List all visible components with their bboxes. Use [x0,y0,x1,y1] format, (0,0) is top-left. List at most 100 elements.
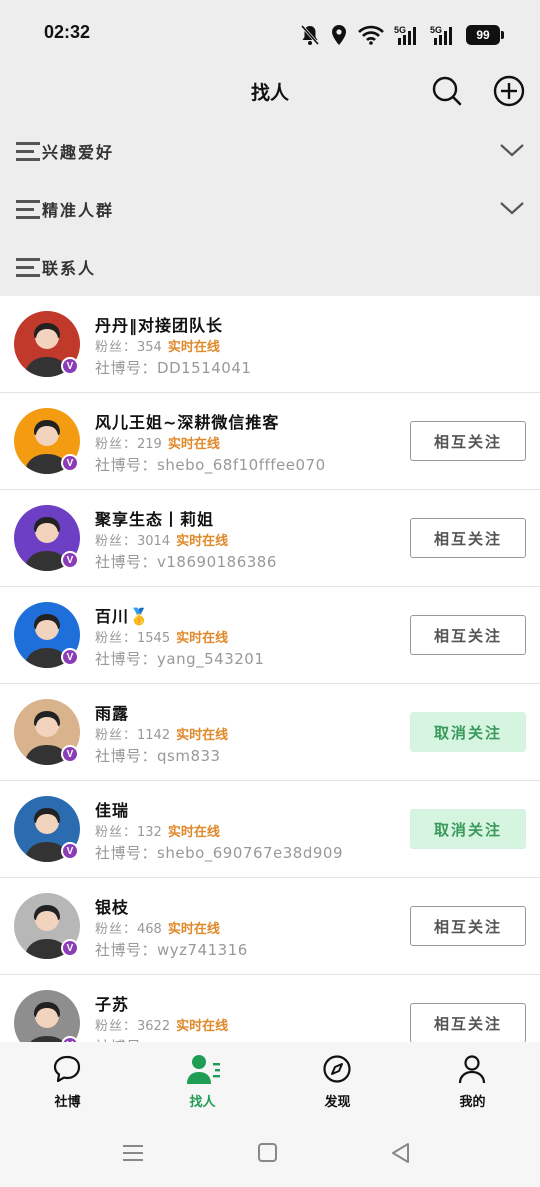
tab-find-people[interactable]: 找人 [135,1042,270,1120]
fans-label: 粉丝： [95,437,138,452]
recent-apps-icon[interactable] [122,1142,144,1164]
account-label: 社博号： [95,553,158,571]
user-name[interactable]: 雨露 [95,700,129,724]
verified-badge-icon: V [61,551,79,569]
fans-line: 粉丝：1545 实时在线 [95,627,228,646]
filter-target-group[interactable]: 精准人群 [0,180,540,238]
account-line: 社博号：v18690186386 [95,551,277,572]
account-line: 社博号：shebo_690767e38d909 [95,842,343,863]
fans-line: 粉丝：3014 实时在线 [95,530,228,549]
account-label: 社博号： [95,844,158,862]
account-label: 社博号： [95,941,158,959]
back-icon[interactable] [390,1142,412,1164]
user-row[interactable]: V 风儿王姐~深耕微信推客 粉丝：219 实时在线 社博号：shebo_68f10fff… [0,393,540,490]
mutual-follow-button[interactable]: 相互关注 [410,421,526,461]
filter-interests[interactable]: 兴趣爱好 [0,122,540,180]
person-icon [458,1055,486,1084]
menu-lines-icon [16,200,40,219]
user-name[interactable]: 百川🥇 [95,603,150,627]
verified-badge-icon: V [61,939,79,957]
account-id: wyz741316 [157,941,248,959]
account-line: 社博号：shebo_68f10fffee070 [95,454,326,475]
tab-label: 社博 [54,1095,81,1110]
account-line: 社博号：DD1514041 [95,357,251,378]
status-time: 02:32 [44,22,91,42]
verified-badge-icon: V [61,842,79,860]
user-name[interactable]: 子苏 [95,991,129,1015]
online-status: 实时在线 [167,437,220,452]
chevron-down-icon [500,202,524,215]
account-id: shebo_68f10fffee070 [157,456,326,474]
page-header: 找人 [0,64,540,120]
compass-icon [323,1055,351,1083]
tab-shebo[interactable]: 社博 [0,1042,135,1120]
battery-indicator: 99 [466,25,504,45]
mutual-follow-button[interactable]: 相互关注 [410,906,526,946]
verified-badge-icon: V [61,648,79,666]
account-line: 社博号：wyz741316 [95,939,248,960]
online-status: 实时在线 [176,1019,229,1034]
account-label: 社博号： [95,456,158,474]
svg-text:5G: 5G [394,25,406,35]
chevron-down-icon [500,144,524,157]
signal-5g-icon: 5G [394,25,416,45]
user-row[interactable]: V 佳瑞 粉丝：132 实时在线 社博号：shebo_690767e38d909 取消关注 [0,781,540,878]
tab-label: 我的 [459,1095,486,1110]
search-icon [432,76,462,106]
verified-badge-icon: V [61,745,79,763]
account-id: shebo_690767e38d909 [157,844,343,862]
account-label: 社博号： [95,650,158,668]
user-row[interactable]: V 聚享生态丨莉姐 粉丝：3014 实时在线社博号：v18690186386 相互关注 [0,490,540,587]
tab-discover[interactable]: 发现 [270,1042,405,1120]
user-row[interactable]: V 百川🥇 粉丝：1545 实时在线 社博号：yang_543201 相互关注 [0,587,540,684]
fans-label: 粉丝： [95,728,138,743]
account-id: yang_543201 [157,650,265,668]
wifi-icon [358,25,384,45]
user-name[interactable]: 丹丹‖对接团队长 [95,312,223,336]
unfollow-button[interactable]: 取消关注 [410,809,526,849]
add-button[interactable] [492,74,526,108]
account-id: qsm833 [157,747,221,765]
online-status: 实时在线 [167,922,220,937]
mutual-follow-button[interactable]: 相互关注 [410,615,526,655]
system-nav-bar [0,1120,540,1187]
online-status: 实时在线 [176,728,229,743]
search-button[interactable] [430,74,464,108]
tab-mine[interactable]: 我的 [405,1042,540,1120]
fans-line: 粉丝：3622 实时在线 [95,1015,228,1034]
online-status: 实时在线 [167,825,220,840]
online-status: 实时在线 [176,534,229,549]
fans-line: 粉丝：132 实时在线 [95,821,220,840]
fans-count: 3622 [137,1019,171,1034]
user-list[interactable]: V 丹丹‖对接团队长 粉丝：354 实时在线 社博号：DD1514041 V 风儿王姐~深耕… [0,296,540,1042]
mutual-follow-button[interactable]: 相互关注 [410,1003,526,1042]
unfollow-button[interactable]: 取消关注 [410,712,526,752]
fans-count: 354 [137,340,162,355]
user-name[interactable]: 聚享生态丨莉姐 [95,506,214,530]
online-status: 实时在线 [167,340,220,355]
menu-lines-icon [16,258,40,277]
user-row[interactable]: V子苏粉丝：3622实时在线社博号：相互关注 [0,975,540,1042]
home-icon[interactable] [257,1142,279,1164]
fans-count: 1142 [137,728,171,743]
user-name[interactable]: 佳瑞 [95,797,129,821]
filter-label: 精准人群 [42,201,115,220]
avatar[interactable] [14,990,80,1042]
fans-label: 粉丝： [95,340,138,355]
account-label: 社博号： [95,359,158,377]
bottom-tab-bar: 社博 找人 发现 我的 [0,1042,540,1120]
user-row[interactable]: V 银枝 粉丝：468 实时在线 社博号：wyz741316 相互关注 [0,878,540,975]
fans-count: 132 [137,825,162,840]
user-name[interactable]: 风儿王姐~深耕微信推客 [95,409,279,433]
fans-count: 219 [137,437,162,452]
menu-lines-icon [16,142,40,161]
tab-label: 发现 [324,1095,351,1110]
account-line: 社博号：qsm833 [95,745,221,766]
account-line: 社博号：yang_543201 [95,648,264,669]
mute-bell-icon [300,25,320,45]
mutual-follow-button[interactable]: 相互关注 [410,518,526,558]
user-row[interactable]: V 丹丹‖对接团队长 粉丝：354 实时在线 社博号：DD1514041 [0,296,540,393]
user-row[interactable]: V 雨露粉丝：1142 实时在线社博号：qsm833 取消关注 [0,684,540,781]
user-name[interactable]: 银枝 [95,894,129,918]
filter-contacts[interactable]: 联系人 [0,238,540,296]
